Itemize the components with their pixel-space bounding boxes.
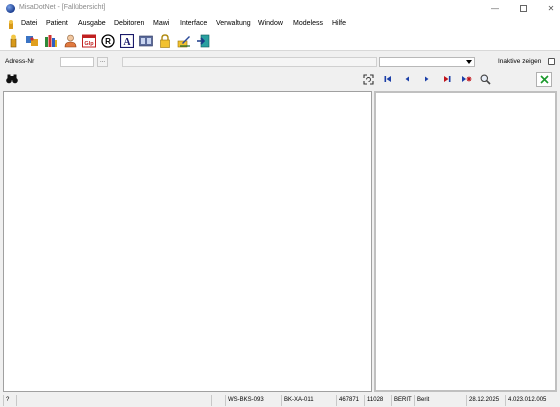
binoculars-icon <box>6 74 18 84</box>
wand-icon <box>10 34 17 48</box>
letter-text: A <box>123 37 131 48</box>
search-button[interactable] <box>5 72 19 86</box>
maximize-icon <box>519 5 527 12</box>
address-filter-select[interactable] <box>379 57 475 67</box>
status-date: 28.12.2025 <box>466 395 505 406</box>
first-icon <box>384 76 391 82</box>
calendar-button[interactable]: Glp <box>81 33 97 49</box>
status-terminal: BK-XA-011 <box>281 395 336 406</box>
address-row: Adress-Nr ... Inaktive zeigen <box>0 54 560 70</box>
first-record-button[interactable] <box>381 72 395 86</box>
registered-text: R <box>105 37 111 46</box>
status-field <box>211 395 225 406</box>
calendar-text: Glp <box>84 41 94 47</box>
lock-button[interactable] <box>157 33 173 49</box>
zoom-button[interactable] <box>478 72 492 86</box>
menu-hilfe[interactable]: Hilfe <box>332 20 346 27</box>
toolbar: Glp R A <box>0 31 560 51</box>
app-logo-icon <box>6 4 15 13</box>
address-browse-button[interactable]: ... <box>97 57 108 67</box>
status-message <box>16 395 211 406</box>
puzzle-icon <box>26 36 38 46</box>
calendar-icon: Glp <box>82 34 96 48</box>
minimize-button[interactable]: — <box>481 0 509 17</box>
maximize-button[interactable] <box>509 0 537 17</box>
status-help[interactable]: ? <box>3 395 16 406</box>
magnifier-icon <box>480 74 491 85</box>
books-button[interactable] <box>43 33 59 49</box>
inactive-show-checkbox[interactable] <box>548 58 555 65</box>
chevron-down-icon <box>465 59 473 65</box>
close-view-button[interactable] <box>536 72 552 87</box>
window-title: MisaDotNet - [Fallübersicht] <box>19 4 106 11</box>
menu-window[interactable]: Window <box>258 20 283 27</box>
next-record-button[interactable] <box>420 72 434 86</box>
export-button[interactable] <box>195 33 211 49</box>
expand-icon <box>362 73 374 85</box>
previous-record-button[interactable] <box>400 72 414 86</box>
close-window-button[interactable]: ✕ <box>537 0 560 17</box>
puzzle-button[interactable] <box>24 33 40 49</box>
address-number-input[interactable] <box>60 57 94 67</box>
detail-panel[interactable] <box>374 91 557 392</box>
menu-modeless[interactable]: Modeless <box>293 20 323 27</box>
case-list-panel[interactable] <box>3 91 372 392</box>
letter-button[interactable]: A <box>119 33 135 49</box>
status-user-id: BERIT <box>391 395 414 406</box>
status-bar: ? WS-BKS-093 BK-XA-011 467871 11028 BERI… <box>0 394 560 407</box>
status-workstation: WS-BKS-093 <box>225 395 281 406</box>
app-menu-icon[interactable] <box>8 20 14 29</box>
menu-verwaltung[interactable]: Verwaltung <box>216 20 251 27</box>
film-button[interactable] <box>138 33 154 49</box>
navigation-row <box>0 70 560 88</box>
wand-button[interactable] <box>5 33 21 49</box>
menu-interface[interactable]: Interface <box>180 20 207 27</box>
status-user-name: Berit <box>414 395 466 406</box>
lock-icon <box>160 34 170 48</box>
letter-a-icon: A <box>120 34 134 48</box>
address-label: Adress-Nr <box>5 58 35 65</box>
refresh-button[interactable] <box>361 72 375 86</box>
export-icon <box>197 34 210 48</box>
inactive-show-label: Inaktive zeigen <box>498 58 542 65</box>
previous-icon <box>405 76 409 82</box>
status-session: 467871 <box>336 395 364 406</box>
menu-debitoren[interactable]: Debitoren <box>114 20 144 27</box>
last-icon <box>444 76 451 82</box>
person-button[interactable] <box>62 33 78 49</box>
film-icon <box>139 35 153 47</box>
last-record-button[interactable] <box>440 72 454 86</box>
registered-icon: R <box>101 34 115 48</box>
title-bar: MisaDotNet - [Fallübersicht] — ✕ <box>0 0 560 17</box>
new-record-button[interactable] <box>459 72 473 86</box>
new-record-icon <box>461 76 471 82</box>
status-code: 11028 <box>364 395 391 406</box>
menu-patient[interactable]: Patient <box>46 20 68 27</box>
person-icon <box>64 34 76 48</box>
menu-mawi[interactable]: Mawi <box>153 20 169 27</box>
books-icon <box>45 35 57 47</box>
pen-lock-button[interactable] <box>176 33 192 49</box>
next-icon <box>425 76 429 82</box>
menu-bar: Datei Patient Ausgabe Debitoren Mawi Int… <box>0 17 560 31</box>
pen-lock-icon <box>177 36 190 48</box>
menu-datei[interactable]: Datei <box>21 20 37 27</box>
address-display-field <box>122 57 377 67</box>
menu-ausgabe[interactable]: Ausgabe <box>78 20 106 27</box>
close-icon <box>539 75 549 84</box>
status-version: 4.023.012.005 <box>505 395 559 406</box>
registered-button[interactable]: R <box>100 33 116 49</box>
